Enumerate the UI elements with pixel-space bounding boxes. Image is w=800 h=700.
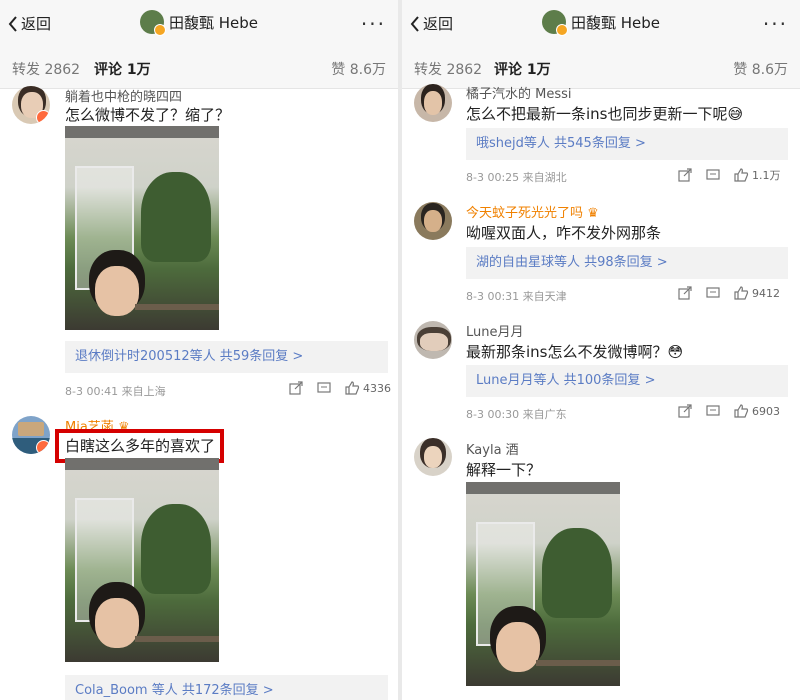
comment-image[interactable] <box>65 126 219 330</box>
tab-repost[interactable]: 转发 2862 <box>414 59 482 79</box>
verified-icon <box>153 24 166 36</box>
author-avatar[interactable] <box>541 10 568 36</box>
tab-repost[interactable]: 转发 2862 <box>12 59 80 79</box>
avatar[interactable] <box>414 438 452 476</box>
avatar[interactable] <box>12 86 50 124</box>
right-screenshot: 返回 田馥甄 Hebe ··· 转发 2862 评论 1万 赞 8.6万 橘子汽… <box>402 0 800 700</box>
like-count: 4336 <box>363 381 391 395</box>
like-count: 9412 <box>752 286 780 300</box>
verified-icon <box>555 24 568 36</box>
comment-image[interactable] <box>65 458 219 662</box>
like-icon[interactable] <box>734 168 749 182</box>
comment-meta: 8-3 00:30 来自广东 <box>466 408 567 421</box>
comment-text: 最新那条ins怎么不发微博啊？😳 <box>466 343 684 361</box>
reply-summary[interactable]: 退休倒计时200512等人 共59条回复 > <box>65 341 388 373</box>
comment-actions: 9412 <box>664 286 780 300</box>
comment-username[interactable]: Lune月月 <box>466 321 524 340</box>
page-title: 田馥甄 Hebe <box>402 10 800 36</box>
left-screenshot: 返回 田馥甄 Hebe ··· 转发 2862 评论 1万 赞 8.6万 躺着也… <box>0 0 398 700</box>
reply-summary[interactable]: Cola_Boom 等人 共172条回复 > <box>65 675 388 700</box>
author-avatar[interactable] <box>139 10 166 36</box>
badge-icon <box>36 440 50 454</box>
like-count: 6903 <box>752 404 780 418</box>
avatar[interactable] <box>12 416 50 454</box>
author-name: 田馥甄 Hebe <box>570 13 661 32</box>
comment-username[interactable]: 橘子汽水的 Messi <box>466 83 572 102</box>
reply-summary[interactable]: 湖的自由星球等人 共98条回复 > <box>466 247 788 279</box>
reply-summary[interactable]: Lune月月等人 共100条回复 > <box>466 365 788 397</box>
comment-text: 解释一下？ <box>466 461 542 479</box>
comment-actions: 1.1万 <box>664 167 781 183</box>
comment-image[interactable] <box>466 482 620 686</box>
reply-summary[interactable]: 哦shejd等人 共545条回复 > <box>466 128 788 160</box>
like-count: 1.1万 <box>752 169 781 182</box>
comment-username-label: 今天蚊子死光光了吗 <box>466 206 584 221</box>
comment-actions: 4336 <box>275 381 391 395</box>
share-icon[interactable] <box>678 404 692 418</box>
like-icon[interactable] <box>734 286 749 300</box>
comment-text: 呦喔双面人，咋不发外网那条 <box>466 224 662 242</box>
comment-username[interactable]: Kayla 酒 <box>466 439 519 458</box>
comment-icon[interactable] <box>317 381 331 395</box>
comment-username[interactable]: 躺着也中枪的晓四四 <box>65 86 182 105</box>
tab-bar: 转发 2862 评论 1万 赞 8.6万 <box>402 48 800 89</box>
comment-text: 怎么微博不发了？缩了？ <box>65 106 231 124</box>
page-title: 田馥甄 Hebe <box>0 10 398 36</box>
tab-comments[interactable]: 评论 1万 <box>94 59 151 79</box>
comment-icon[interactable] <box>706 168 720 182</box>
avatar[interactable] <box>414 202 452 240</box>
comment-icon[interactable] <box>706 404 720 418</box>
comment-meta: 8-3 00:31 来自天津 <box>466 290 567 303</box>
more-icon[interactable]: ··· <box>361 12 386 36</box>
like-icon[interactable] <box>734 404 749 418</box>
comment-username[interactable]: 今天蚊子死光光了吗 ♛ <box>466 202 599 221</box>
share-icon[interactable] <box>678 286 692 300</box>
comment-actions: 6903 <box>664 404 780 418</box>
top-bar: 返回 田馥甄 Hebe ··· <box>402 0 800 48</box>
tab-likes[interactable]: 赞 8.6万 <box>733 59 788 79</box>
like-icon[interactable] <box>345 381 360 395</box>
comment-text: 怎么不把最新一条ins也同步更新一下呢😅 <box>466 105 744 123</box>
avatar[interactable] <box>414 84 452 122</box>
more-icon[interactable]: ··· <box>763 12 788 36</box>
comment-icon[interactable] <box>706 286 720 300</box>
author-name: 田馥甄 Hebe <box>168 13 259 32</box>
tab-comments[interactable]: 评论 1万 <box>494 59 551 79</box>
badge-icon <box>36 110 50 124</box>
share-icon[interactable] <box>289 381 303 395</box>
top-bar: 返回 田馥甄 Hebe ··· <box>0 0 398 48</box>
tab-bar: 转发 2862 评论 1万 赞 8.6万 <box>0 48 398 89</box>
crown-icon: ♛ <box>587 206 599 221</box>
avatar[interactable] <box>414 321 452 359</box>
comment-meta: 8-3 00:25 来自湖北 <box>466 171 567 184</box>
tab-likes[interactable]: 赞 8.6万 <box>331 59 386 79</box>
comment-meta: 8-3 00:41 来自上海 <box>65 385 166 398</box>
share-icon[interactable] <box>678 168 692 182</box>
